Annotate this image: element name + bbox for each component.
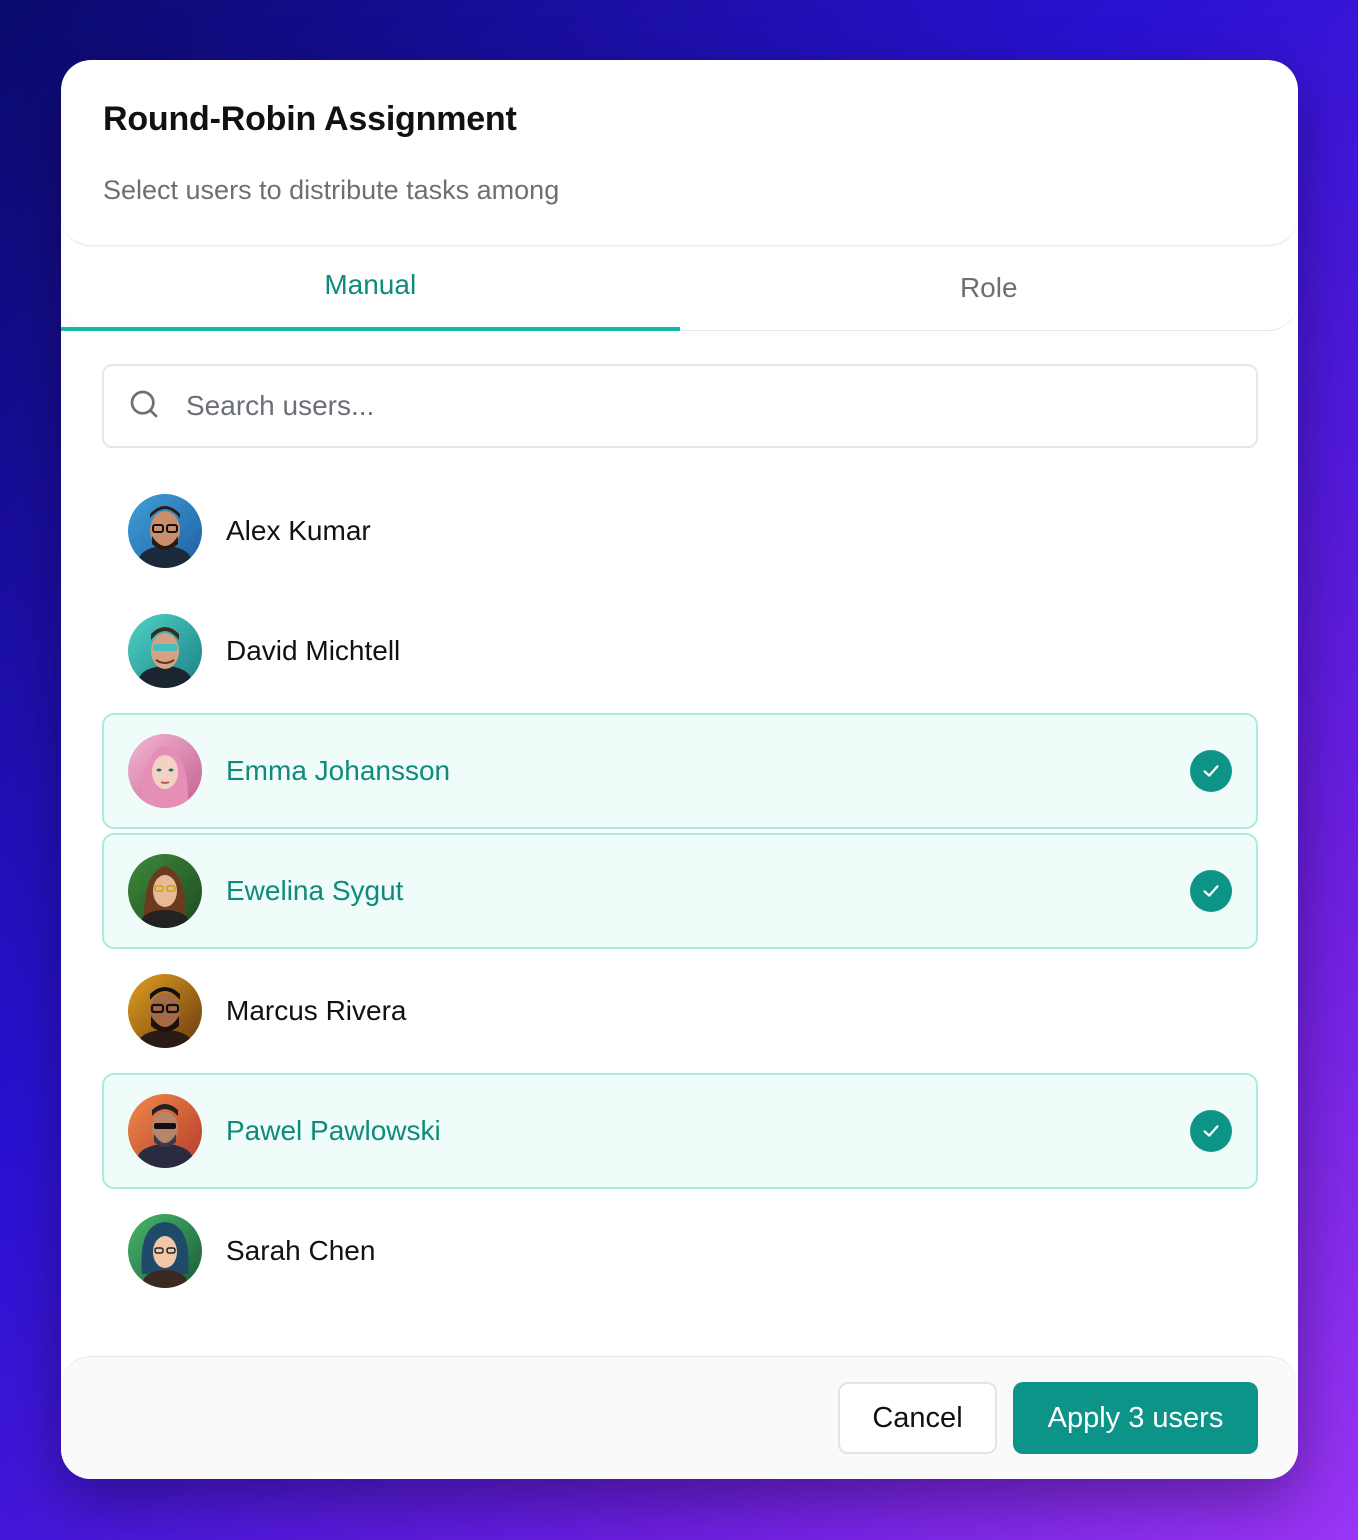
avatar [128, 494, 202, 568]
tab-bar: Manual Role [61, 246, 1298, 331]
checkmark-icon [1190, 870, 1232, 912]
dialog-footer: Cancel Apply 3 users [61, 1356, 1298, 1479]
user-name: David Michtell [226, 635, 401, 666]
checkmark-icon [1190, 1110, 1232, 1152]
dialog-title: Round-Robin Assignment [103, 100, 517, 138]
avatar [128, 734, 202, 808]
tab-role[interactable]: Role [680, 246, 1299, 330]
user-name: Emma Johansson [226, 755, 451, 786]
user-row-pawel-pawlowski[interactable]: Pawel Pawlowski [102, 1073, 1258, 1189]
avatar [128, 614, 202, 688]
search-icon [128, 388, 160, 425]
avatar [128, 1214, 202, 1288]
apply-button[interactable]: Apply 3 users [1013, 1382, 1258, 1454]
user-row-david-michtell[interactable]: David Michtell [102, 593, 1258, 709]
user-list: Alex Kumar David Michtell Emma Johansson… [102, 473, 1258, 1313]
user-row-sarah-chen[interactable]: Sarah Chen [102, 1193, 1258, 1309]
user-name: Sarah Chen [226, 1235, 376, 1266]
search-box[interactable] [102, 364, 1258, 448]
dialog-header: Round-Robin Assignment Select users to d… [61, 60, 1298, 246]
tab-manual[interactable]: Manual [61, 246, 680, 331]
search-input[interactable] [186, 390, 1186, 422]
avatar [128, 1094, 202, 1168]
avatar [128, 854, 202, 928]
user-row-marcus-rivera[interactable]: Marcus Rivera [102, 953, 1258, 1069]
user-row-alex-kumar[interactable]: Alex Kumar [102, 473, 1258, 589]
dialog-subtitle: Select users to distribute tasks among [103, 175, 560, 205]
user-row-ewelina-sygut[interactable]: Ewelina Sygut [102, 833, 1258, 949]
cancel-button[interactable]: Cancel [838, 1382, 997, 1454]
user-name: Marcus Rivera [226, 995, 407, 1026]
round-robin-dialog: Round-Robin Assignment Select users to d… [61, 60, 1298, 1479]
user-name: Alex Kumar [226, 515, 371, 546]
user-name: Pawel Pawlowski [226, 1115, 441, 1146]
checkmark-icon [1190, 750, 1232, 792]
user-row-emma-johansson[interactable]: Emma Johansson [102, 713, 1258, 829]
avatar [128, 974, 202, 1048]
user-name: Ewelina Sygut [226, 875, 404, 906]
